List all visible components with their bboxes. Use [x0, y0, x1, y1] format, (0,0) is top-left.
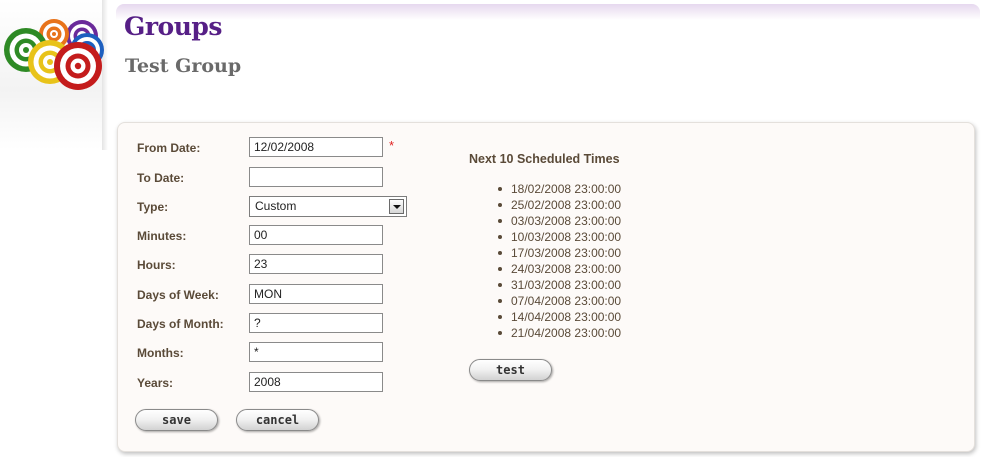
type-select-value: Custom: [255, 199, 297, 213]
hours-label: Hours:: [137, 258, 176, 272]
scheduled-time-item: 17/03/2008 23:00:00: [497, 246, 621, 262]
chevron-down-icon[interactable]: [389, 199, 404, 214]
months-label: Months:: [137, 346, 184, 360]
minutes-input[interactable]: 00: [249, 225, 383, 245]
scheduled-time-item: 07/04/2008 23:00:00: [497, 294, 621, 310]
days-of-month-input[interactable]: ?: [249, 313, 383, 333]
days-of-week-input[interactable]: MON: [249, 284, 383, 304]
scheduled-time-item: 21/04/2008 23:00:00: [497, 326, 621, 342]
to-date-label: To Date:: [137, 171, 185, 185]
targets-logo-icon: [4, 19, 104, 90]
from-date-input[interactable]: 12/02/2008: [249, 137, 383, 157]
scheduled-time-item: 10/03/2008 23:00:00: [497, 230, 621, 246]
scheduled-time-item: 14/04/2008 23:00:00: [497, 310, 621, 326]
years-input[interactable]: 2008: [249, 372, 383, 392]
scheduled-time-item: 03/03/2008 23:00:00: [497, 214, 621, 230]
months-input[interactable]: *: [249, 342, 383, 362]
days-of-month-label: Days of Month:: [137, 317, 224, 331]
type-select[interactable]: Custom: [249, 196, 407, 217]
test-button[interactable]: test: [469, 359, 552, 381]
cancel-button[interactable]: cancel: [236, 409, 319, 431]
page-title: Groups: [124, 12, 222, 41]
years-label: Years:: [137, 376, 174, 390]
save-button[interactable]: save: [135, 409, 218, 431]
header-band: [116, 4, 980, 20]
type-label: Type:: [137, 200, 169, 214]
minutes-label: Minutes:: [137, 229, 187, 243]
scheduled-time-item: 25/02/2008 23:00:00: [497, 198, 621, 214]
hours-input[interactable]: 23: [249, 254, 383, 274]
scheduled-time-item: 31/03/2008 23:00:00: [497, 278, 621, 294]
required-marker: *: [389, 138, 395, 153]
sidebar: [0, 0, 108, 150]
from-date-label: From Date:: [137, 141, 201, 155]
scheduled-time-item: 18/02/2008 23:00:00: [497, 182, 621, 198]
group-name: Test Group: [125, 55, 242, 77]
scheduled-time-item: 24/03/2008 23:00:00: [497, 262, 621, 278]
scheduled-times-heading: Next 10 Scheduled Times: [469, 152, 620, 166]
target-red: [54, 42, 102, 90]
scheduled-times-list: 18/02/2008 23:00:00 25/02/2008 23:00:00 …: [497, 182, 621, 342]
days-of-week-label: Days of Week:: [137, 288, 219, 302]
to-date-input[interactable]: [249, 167, 383, 187]
